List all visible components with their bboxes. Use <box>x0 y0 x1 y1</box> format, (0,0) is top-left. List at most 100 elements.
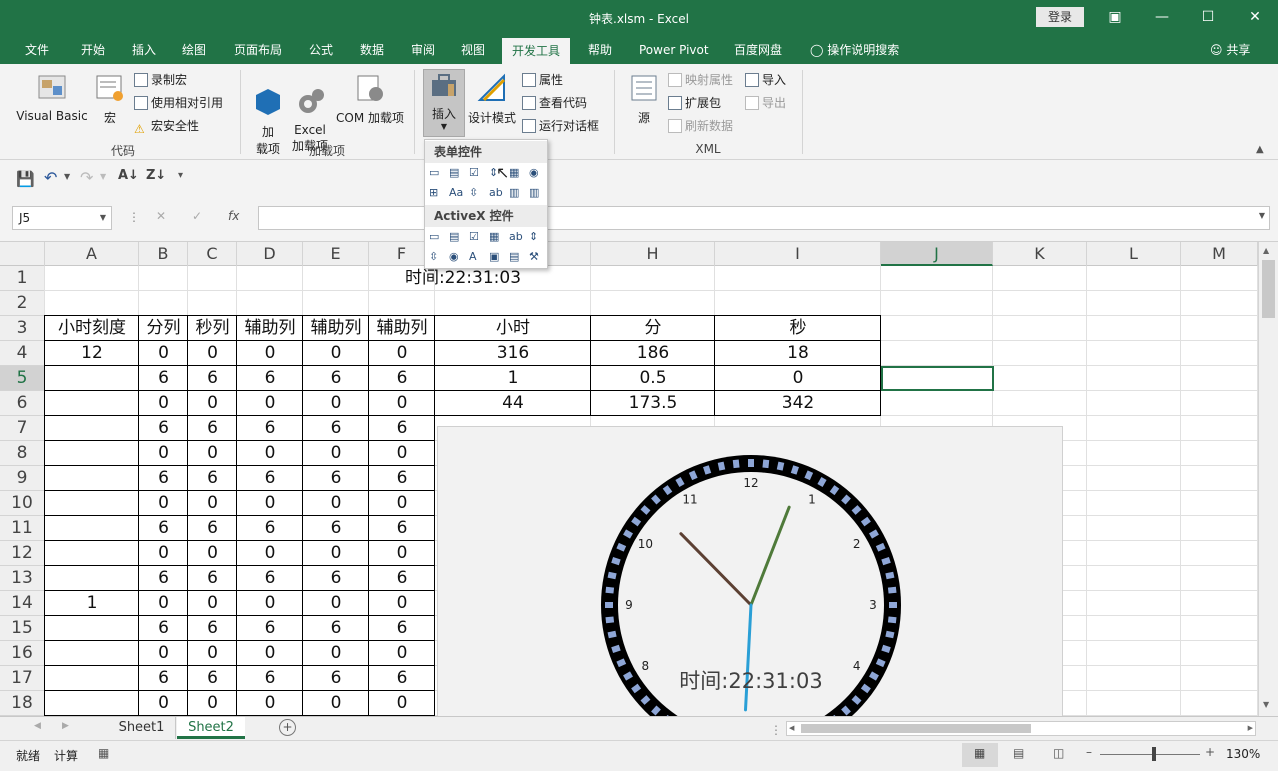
row-header[interactable]: 3 <box>0 316 45 341</box>
cell[interactable]: 辅助列 <box>369 316 435 341</box>
cell[interactable]: 0 <box>237 641 303 666</box>
tab-file[interactable]: 文件 <box>25 36 49 64</box>
cell[interactable]: 6 <box>369 366 435 391</box>
tab-baidu-pan[interactable]: 百度网盘 <box>734 36 782 64</box>
cell[interactable]: 6 <box>188 466 237 491</box>
cell[interactable]: 6 <box>369 666 435 691</box>
cell[interactable]: 0 <box>369 541 435 566</box>
cell[interactable]: 0 <box>303 641 369 666</box>
row-header[interactable]: 14 <box>0 591 45 616</box>
sheet-tab-sheet1[interactable]: Sheet1 <box>108 717 176 739</box>
collapse-ribbon-icon[interactable]: ▲ <box>1256 144 1264 155</box>
cell[interactable]: 6 <box>188 516 237 541</box>
cell[interactable] <box>45 541 139 566</box>
customize-qat-icon[interactable]: ▾ <box>178 170 183 181</box>
cell[interactable]: 0 <box>139 591 188 616</box>
cell[interactable] <box>45 666 139 691</box>
activex-control-b-2-icon[interactable]: A <box>469 250 485 266</box>
cell[interactable]: 1 <box>435 366 591 391</box>
cell[interactable]: 0 <box>237 491 303 516</box>
tab-power-pivot[interactable]: Power Pivot <box>639 36 709 64</box>
cell[interactable]: 6 <box>369 616 435 641</box>
activex-control-2-icon[interactable]: ☑ <box>469 230 485 246</box>
tab-review[interactable]: 审阅 <box>411 36 435 64</box>
form-control-4-icon[interactable]: ▦ <box>509 166 525 182</box>
design-mode-button[interactable]: 设计模式 <box>467 72 517 126</box>
vertical-scroll-thumb[interactable] <box>1262 260 1275 318</box>
cell[interactable]: 0 <box>188 391 237 416</box>
cell[interactable]: 6 <box>237 516 303 541</box>
zoom-slider-thumb[interactable] <box>1152 747 1156 761</box>
cell[interactable]: 0 <box>369 341 435 366</box>
export-button[interactable]: 导出 <box>745 93 786 113</box>
cell[interactable]: 6 <box>188 616 237 641</box>
row-header[interactable]: 10 <box>0 491 45 516</box>
row-header[interactable]: 12 <box>0 541 45 566</box>
insert-controls-button[interactable]: 插入 ▼ <box>423 69 465 137</box>
tab-data[interactable]: 数据 <box>360 36 384 64</box>
cell[interactable]: 0 <box>303 391 369 416</box>
cell[interactable]: 0 <box>139 491 188 516</box>
cell[interactable]: 6 <box>139 466 188 491</box>
form-control-b-5-icon[interactable]: ▥ <box>529 186 545 202</box>
cell[interactable] <box>45 366 139 391</box>
activex-control-3-icon[interactable]: ▦ <box>489 230 505 246</box>
redo-icon[interactable]: ↷ <box>80 168 93 187</box>
cell[interactable]: 6 <box>139 566 188 591</box>
cell[interactable]: 0 <box>139 691 188 716</box>
cell[interactable]: 6 <box>188 566 237 591</box>
form-control-b-3-icon[interactable]: ab <box>489 186 505 202</box>
cell[interactable]: 6 <box>303 666 369 691</box>
status-calculate[interactable]: 计算 <box>54 747 78 764</box>
scroll-left-icon[interactable]: ◀ <box>789 724 794 732</box>
cell[interactable] <box>45 416 139 441</box>
vertical-scrollbar[interactable]: ▲ ▼ <box>1258 242 1278 716</box>
cell[interactable]: 6 <box>237 416 303 441</box>
cell[interactable]: 0 <box>139 341 188 366</box>
cell[interactable]: 186 <box>591 341 715 366</box>
cell[interactable]: 12 <box>45 341 139 366</box>
expand-formula-icon[interactable]: ▼ <box>1259 211 1265 220</box>
column-header[interactable]: K <box>993 242 1087 266</box>
undo-dropdown-icon[interactable]: ▼ <box>64 172 70 181</box>
row-header[interactable]: 5 <box>0 366 45 391</box>
cell[interactable] <box>45 491 139 516</box>
zoom-out-icon[interactable]: – <box>1086 745 1092 759</box>
macro-security-button[interactable]: ⚠ 宏安全性 <box>134 116 199 136</box>
activex-control-b-5-icon[interactable]: ⚒ <box>529 250 545 266</box>
cell[interactable]: 6 <box>369 566 435 591</box>
cell[interactable]: 0 <box>188 491 237 516</box>
cell[interactable]: 0 <box>303 341 369 366</box>
cell[interactable]: 0 <box>369 591 435 616</box>
cell[interactable]: 18 <box>715 341 881 366</box>
cell[interactable]: 秒 <box>715 316 881 341</box>
cell[interactable]: 0 <box>369 491 435 516</box>
horizontal-scroll-thumb[interactable] <box>801 724 1031 733</box>
cell[interactable]: 0 <box>139 391 188 416</box>
clock-chart[interactable]: 12 1 2 3 4 8 9 10 11 时间:22:31:03 <box>437 426 1063 727</box>
cell[interactable]: 6 <box>188 666 237 691</box>
activex-control-b-3-icon[interactable]: ▣ <box>489 250 505 266</box>
addins-button[interactable]: 加 载项 <box>250 72 286 171</box>
cell[interactable]: 0 <box>303 491 369 516</box>
form-control-b-1-icon[interactable]: Aa <box>449 186 465 202</box>
cell[interactable] <box>45 691 139 716</box>
column-header[interactable]: C <box>188 242 237 266</box>
relative-reference-button[interactable]: 使用相对引用 <box>134 93 223 113</box>
cell[interactable]: 0 <box>188 691 237 716</box>
tab-page-layout[interactable]: 页面布局 <box>234 36 282 64</box>
column-header[interactable]: E <box>303 242 369 266</box>
row-header[interactable]: 1 <box>0 266 45 291</box>
refresh-data-button[interactable]: 刷新数据 <box>668 116 733 136</box>
form-control-b-2-icon[interactable]: ⇳ <box>469 186 485 202</box>
cell[interactable]: 6 <box>369 466 435 491</box>
normal-view-button[interactable]: ▦ <box>962 743 998 767</box>
row-header[interactable]: 8 <box>0 441 45 466</box>
cell[interactable]: 0 <box>139 641 188 666</box>
column-header[interactable]: M <box>1181 242 1258 266</box>
cell[interactable]: 6 <box>237 666 303 691</box>
cell[interactable]: 342 <box>715 391 881 416</box>
cell[interactable]: 6 <box>237 366 303 391</box>
row-header[interactable]: 17 <box>0 666 45 691</box>
cell[interactable]: 0 <box>715 366 881 391</box>
